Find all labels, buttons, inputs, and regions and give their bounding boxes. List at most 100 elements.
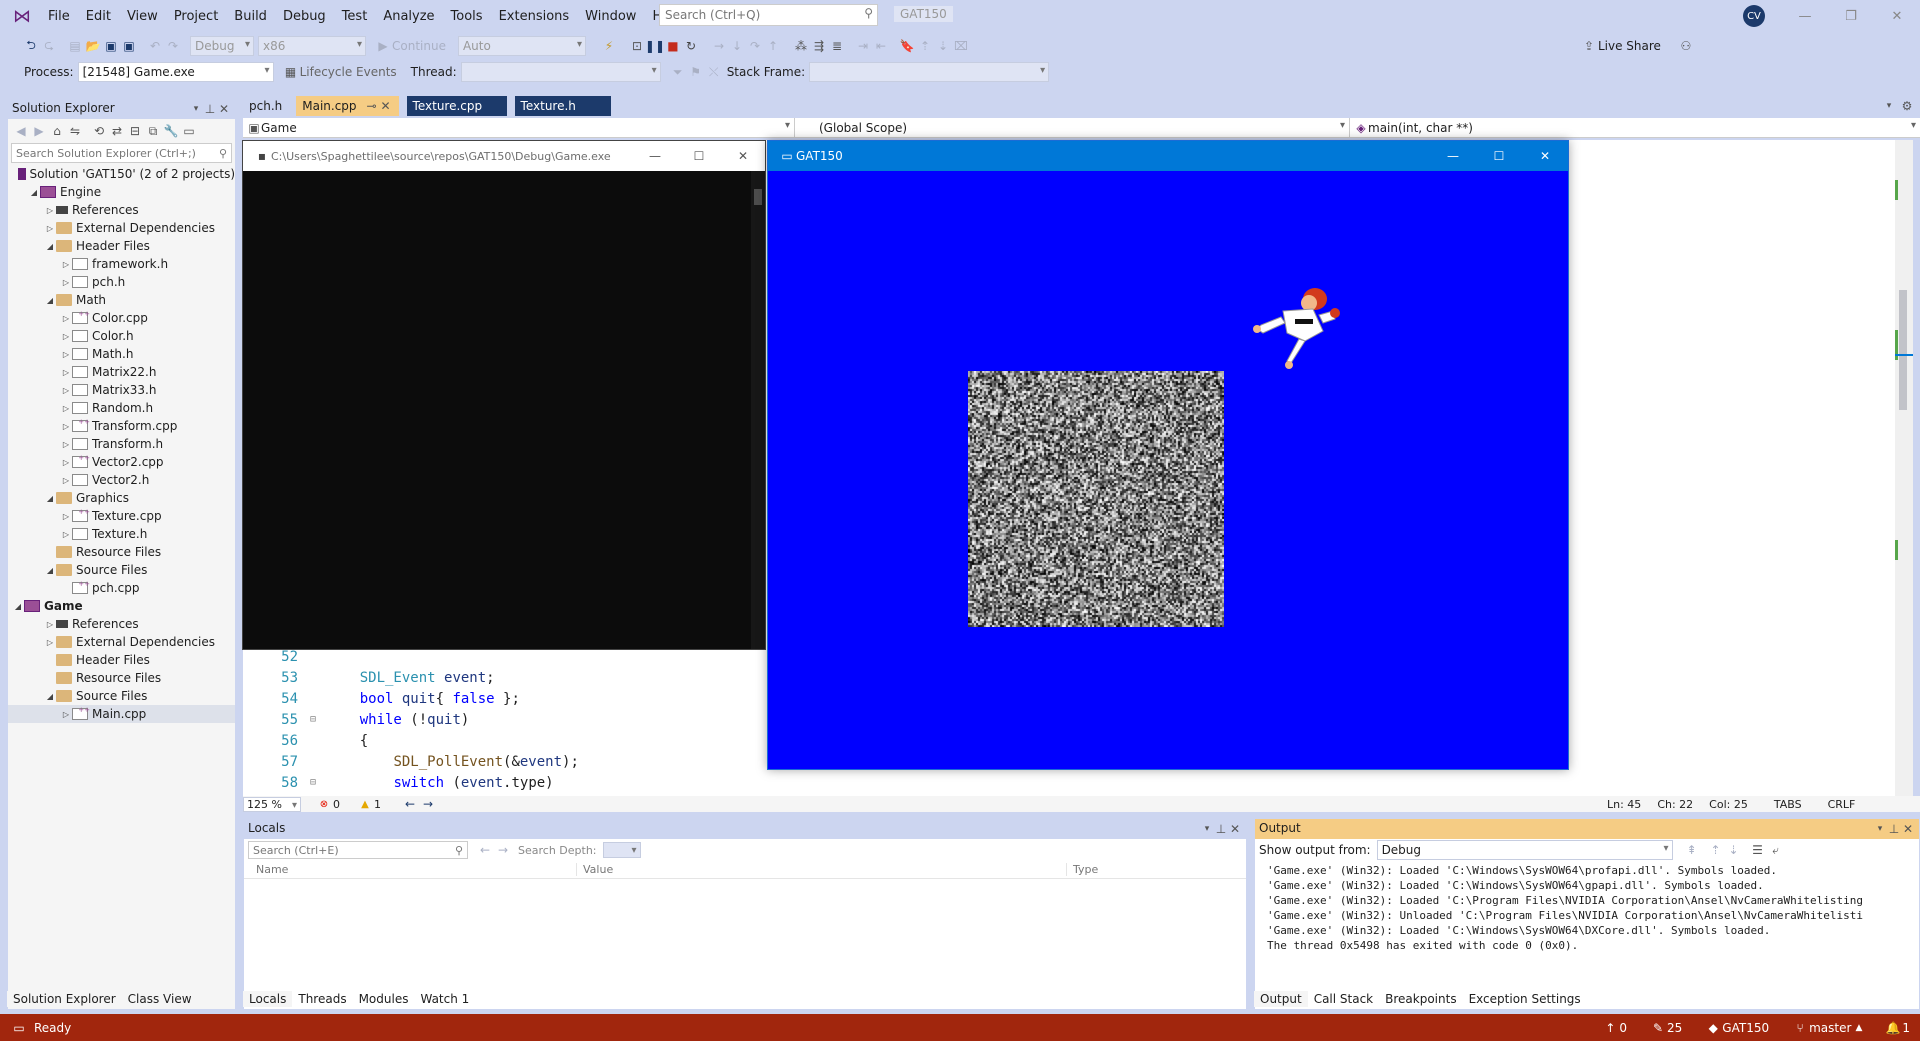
save-all-icon[interactable]: ▣ [120,37,138,55]
bookmark-icon[interactable]: 🔖 [898,37,916,55]
member-dropdown[interactable]: ◈ main(int, char **) [1350,118,1920,138]
menu-item-debug[interactable]: Debug [275,9,334,24]
forward-icon[interactable]: ▶ [30,122,48,140]
tree-item[interactable]: ▷ Texture.cpp [8,507,235,525]
expand-arrow-icon[interactable]: ▷ [60,530,72,539]
lifecycle-events-button[interactable]: Lifecycle Events [300,65,397,79]
tab-class-view[interactable]: Class View [122,991,198,1007]
console-window[interactable]: ▪ C:\Users\Spaghettilee\source\repos\GAT… [242,140,766,650]
tree-item[interactable]: ◢ Math [8,291,235,309]
tab-exception-settings[interactable]: Exception Settings [1463,991,1587,1007]
tree-item[interactable]: ▷ Random.h [8,399,235,417]
branch-menu-icon[interactable]: ▲ [1855,1023,1862,1033]
tree-item[interactable]: ▷ Color.h [8,327,235,345]
tab-output[interactable]: Output [1254,991,1308,1007]
expand-arrow-icon[interactable]: ◢ [12,602,24,611]
tab-call-stack[interactable]: Call Stack [1308,991,1379,1007]
tree-item[interactable]: Resource Files [8,543,235,561]
search-input[interactable]: Search (Ctrl+Q) ⚲ [659,4,878,26]
restore-icon[interactable]: ❐ [1828,0,1874,32]
indent-icon[interactable]: ⇥ [854,37,872,55]
avatar[interactable]: CV [1743,5,1765,27]
pause-icon[interactable]: ❚❚ [645,37,665,55]
clear-all-icon[interactable]: ☰ [1749,841,1767,859]
tree-item[interactable]: ◢ Graphics [8,489,235,507]
dropdown-icon[interactable]: ▾ [189,100,203,118]
properties-icon[interactable]: 🔧 [162,122,180,140]
play-icon[interactable]: ▶ [374,37,392,55]
expand-arrow-icon[interactable]: ▷ [60,314,72,323]
preview-icon[interactable]: ▭ [180,122,198,140]
expand-arrow-icon[interactable]: ◢ [44,494,56,503]
tree-item[interactable]: ◢ Engine [8,183,235,201]
find-message-icon[interactable]: ⇞ [1683,841,1701,859]
menu-item-test[interactable]: Test [334,9,376,24]
expand-arrow-icon[interactable]: ▷ [60,512,72,521]
game-window[interactable]: ▭ GAT150 — ☐ ✕ [767,140,1569,770]
redo-icon[interactable]: ↷ [164,37,182,55]
tree-item[interactable]: ▷ Vector2.h [8,471,235,489]
tree-item[interactable]: ▷ External Dependencies [8,633,235,651]
code-line[interactable]: 58 ⊟ switch (event.type) [243,772,763,793]
tab-main-cpp[interactable]: Main.cpp ⊸ ✕ [296,96,399,116]
menu-item-extensions[interactable]: Extensions [491,9,578,24]
next-issue-icon[interactable]: → [419,795,437,813]
solution-explorer-search[interactable]: Search Solution Explorer (Ctrl+;) ⚲ [11,143,232,163]
tree-item[interactable]: Solution 'GAT150' (2 of 2 projects) [8,165,235,183]
hex-display-icon[interactable]: ⁂ [792,37,810,55]
expand-arrow-icon[interactable]: ▷ [44,638,56,647]
step-into-icon[interactable]: ↓ [728,37,746,55]
column-type[interactable]: Type [1067,863,1098,876]
scrollbar-thumb[interactable] [1899,290,1907,410]
thread-dropdown[interactable] [460,62,661,82]
expand-arrow-icon[interactable]: ▷ [60,260,72,269]
tree-item[interactable]: ▷ Vector2.cpp [8,453,235,471]
close-icon[interactable]: ✕ [1874,0,1920,32]
flag-icon[interactable]: ⚑ [687,63,705,81]
tree-item[interactable]: ▷ External Dependencies [8,219,235,237]
repository-icon[interactable]: ◆ [1704,1019,1722,1037]
expand-arrow-icon[interactable]: ▷ [60,422,72,431]
menu-item-analyze[interactable]: Analyze [375,9,442,24]
minimize-icon[interactable]: — [1430,147,1476,165]
next-message-icon[interactable]: ⇣ [1725,841,1743,859]
maximize-icon[interactable]: ☐ [677,147,721,165]
pin-icon[interactable]: ⊥ [1214,820,1228,838]
close-icon[interactable]: ✕ [1228,820,1242,838]
tree-item[interactable]: ▷ Matrix33.h [8,381,235,399]
tree-item[interactable]: ▷ Texture.h [8,525,235,543]
column-name[interactable]: Name [244,863,577,876]
tab-threads[interactable]: Threads [292,991,352,1007]
tree-item[interactable]: ▷ Transform.h [8,435,235,453]
forward-icon[interactable]: → [494,841,512,859]
expand-arrow-icon[interactable]: ▷ [60,476,72,485]
minimize-icon[interactable]: — [1782,0,1828,32]
pin-icon[interactable]: ⊸ [365,97,379,115]
branch-icon[interactable]: ⑂ [1791,1019,1809,1037]
expand-arrow-icon[interactable]: ▷ [60,458,72,467]
collapse-icon[interactable]: ⊟ [310,777,326,788]
prev-bookmark-icon[interactable]: ⇡ [916,37,934,55]
column-value[interactable]: Value [577,863,1067,876]
code-line[interactable]: 55 ⊟ while (!quit) [243,709,763,730]
output-text[interactable]: 'Game.exe' (Win32): Loaded 'C:\Windows\S… [1255,861,1919,955]
expand-arrow-icon[interactable]: ◢ [44,296,56,305]
new-item-icon[interactable]: ▤ [66,37,84,55]
expand-arrow-icon[interactable]: ◢ [44,692,56,701]
dropdown-icon[interactable]: ▾ [1873,820,1887,838]
tab-texture-h[interactable]: Texture.h [514,96,611,116]
expand-arrow-icon[interactable]: ▷ [44,224,56,233]
close-icon[interactable]: ✕ [217,100,231,118]
console-scrollbar[interactable] [751,171,765,649]
show-threads-icon[interactable]: ⤬ [705,63,723,81]
history-icon[interactable]: ⟲ [90,122,108,140]
undo-icon[interactable]: ↶ [146,37,164,55]
tree-item[interactable]: Header Files [8,651,235,669]
process-dropdown[interactable]: [21548] Game.exe [77,62,274,82]
code-line[interactable]: 53 SDL_Event event; [243,667,763,688]
tree-item[interactable]: ◢ Game [8,597,235,615]
open-file-icon[interactable]: 📂 [84,37,102,55]
visual-studio-logo-icon[interactable]: ⋈ [12,6,32,27]
tree-item[interactable]: ▷ Color.cpp [8,309,235,327]
screenshot-icon[interactable]: ⊡ [628,37,646,55]
